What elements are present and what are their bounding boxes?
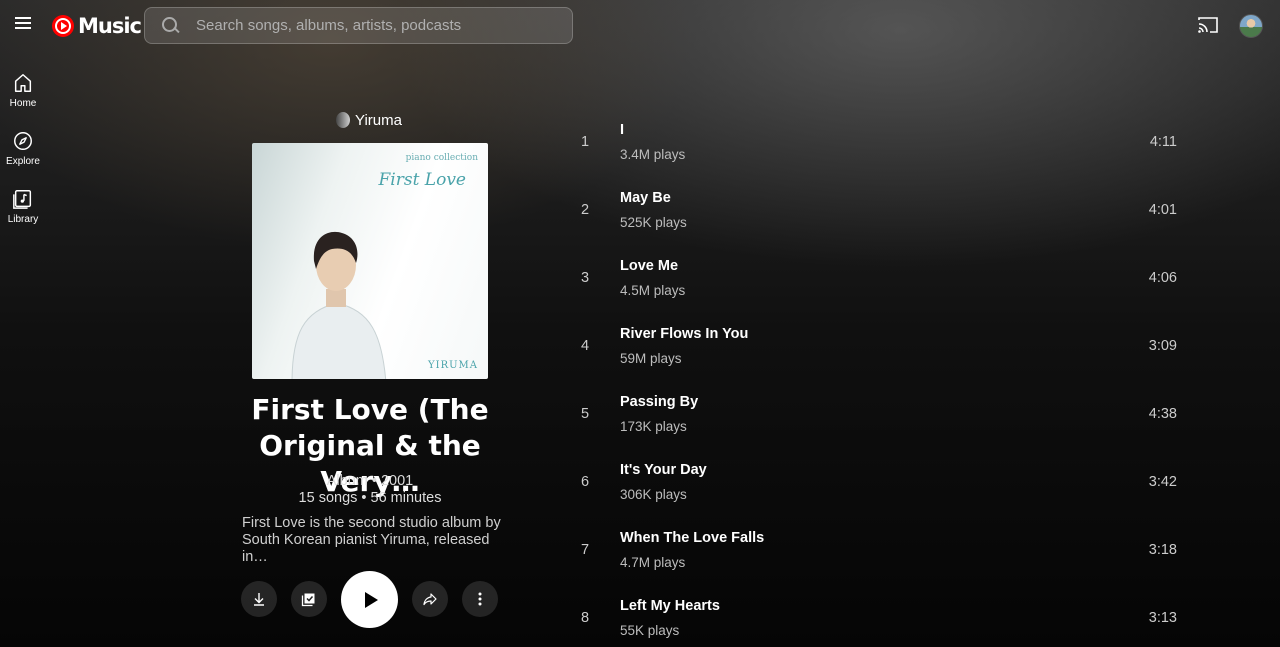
download-icon xyxy=(254,593,264,606)
track-duration: 4:06 xyxy=(1148,270,1177,286)
search-box[interactable] xyxy=(144,7,573,44)
track-duration: 4:11 xyxy=(1149,134,1177,150)
left-nav: Home Explore Library xyxy=(0,64,46,238)
menu-icon[interactable] xyxy=(12,14,34,36)
track-plays: 4.5M plays xyxy=(620,283,686,298)
artist-avatar xyxy=(336,112,350,128)
album-cover: piano collection First Love YIRUMA xyxy=(252,143,488,379)
track-row[interactable]: 3 Love Me 4.5M plays 4:06 xyxy=(570,244,1190,312)
track-title[interactable]: May Be xyxy=(620,190,671,206)
track-duration: 3:13 xyxy=(1148,610,1177,626)
cover-title-text: First Love xyxy=(378,170,466,190)
track-title[interactable]: Left My Hearts xyxy=(620,598,720,614)
track-plays: 173K plays xyxy=(620,419,687,434)
cover-artist-text: YIRUMA xyxy=(428,360,478,371)
nav-item-home[interactable]: Home xyxy=(0,64,46,122)
share-button[interactable] xyxy=(412,581,448,617)
track-title[interactable]: River Flows In You xyxy=(620,326,748,342)
track-title[interactable]: When The Love Falls xyxy=(620,530,764,546)
compass-icon xyxy=(14,132,32,150)
track-number: 6 xyxy=(580,474,590,490)
track-duration: 3:09 xyxy=(1148,338,1177,354)
track-plays: 525K plays xyxy=(620,215,687,230)
artist-link[interactable]: Yiruma xyxy=(336,111,402,129)
track-row[interactable]: 8 Left My Hearts 55K plays 3:13 xyxy=(570,584,1190,647)
home-icon xyxy=(14,74,32,92)
track-title[interactable]: Love Me xyxy=(620,258,678,274)
track-list: 1 I 3.4M plays 4:11 2 May Be 525K plays … xyxy=(570,108,1190,647)
nav-label-library: Library xyxy=(7,214,39,225)
track-duration: 3:42 xyxy=(1148,474,1177,490)
cast-icon[interactable] xyxy=(1198,16,1218,34)
play-icon xyxy=(364,591,378,608)
nav-item-library[interactable]: Library xyxy=(0,180,46,238)
track-title[interactable]: I xyxy=(620,122,624,138)
track-row[interactable]: 2 May Be 525K plays 4:01 xyxy=(570,176,1190,244)
download-button[interactable] xyxy=(241,581,277,617)
track-number: 4 xyxy=(580,338,590,354)
top-bar: Music xyxy=(0,0,1280,52)
track-number: 7 xyxy=(580,542,590,558)
track-duration: 4:38 xyxy=(1148,406,1177,422)
cover-series-text: piano collection xyxy=(405,153,478,163)
album-type-year: Album • 2001 xyxy=(326,473,414,489)
album-stats: 15 songs • 56 minutes xyxy=(298,490,442,506)
search-input[interactable] xyxy=(196,17,556,34)
nav-item-explore[interactable]: Explore xyxy=(0,122,46,180)
logo-text: Music xyxy=(78,14,142,38)
search-icon[interactable] xyxy=(162,16,180,35)
library-icon xyxy=(13,190,32,209)
track-plays: 59M plays xyxy=(620,351,682,366)
track-number: 5 xyxy=(580,406,590,422)
share-icon xyxy=(423,593,437,606)
track-duration: 3:18 xyxy=(1148,542,1177,558)
track-plays: 4.7M plays xyxy=(620,555,686,570)
track-plays: 306K plays xyxy=(620,487,687,502)
album-meta: Album • 2001 15 songs • 56 minutes xyxy=(232,473,508,507)
track-number: 8 xyxy=(580,610,590,626)
play-button[interactable] xyxy=(341,571,398,628)
track-number: 3 xyxy=(580,270,590,286)
track-number: 1 xyxy=(580,134,590,150)
track-row[interactable]: 6 It's Your Day 306K plays 3:42 xyxy=(570,448,1190,516)
track-title[interactable]: It's Your Day xyxy=(620,462,707,478)
album-actions xyxy=(240,570,500,628)
track-duration: 4:01 xyxy=(1148,202,1177,218)
save-to-library-button[interactable] xyxy=(291,581,327,617)
track-title[interactable]: Passing By xyxy=(620,394,698,410)
nav-label-explore: Explore xyxy=(6,156,40,167)
track-plays: 55K plays xyxy=(620,623,680,638)
album-description[interactable]: First Love is the second studio album by… xyxy=(242,515,512,566)
track-plays: 3.4M plays xyxy=(620,147,686,162)
save-to-library-icon xyxy=(301,593,315,607)
track-number: 2 xyxy=(580,202,590,218)
track-row[interactable]: 1 I 3.4M plays 4:11 xyxy=(570,108,1190,176)
youtube-music-icon xyxy=(52,15,74,37)
account-avatar[interactable] xyxy=(1239,14,1263,38)
track-row[interactable]: 5 Passing By 173K plays 4:38 xyxy=(570,380,1190,448)
more-vert-icon xyxy=(478,592,482,606)
youtube-music-logo[interactable]: Music xyxy=(52,14,142,38)
track-row[interactable]: 7 When The Love Falls 4.7M plays 3:18 xyxy=(570,516,1190,584)
nav-label-home: Home xyxy=(9,98,37,109)
more-options-button[interactable] xyxy=(462,581,498,617)
track-row[interactable]: 4 River Flows In You 59M plays 3:09 xyxy=(570,312,1190,380)
artist-name: Yiruma xyxy=(355,111,402,129)
cover-portrait xyxy=(291,231,387,379)
